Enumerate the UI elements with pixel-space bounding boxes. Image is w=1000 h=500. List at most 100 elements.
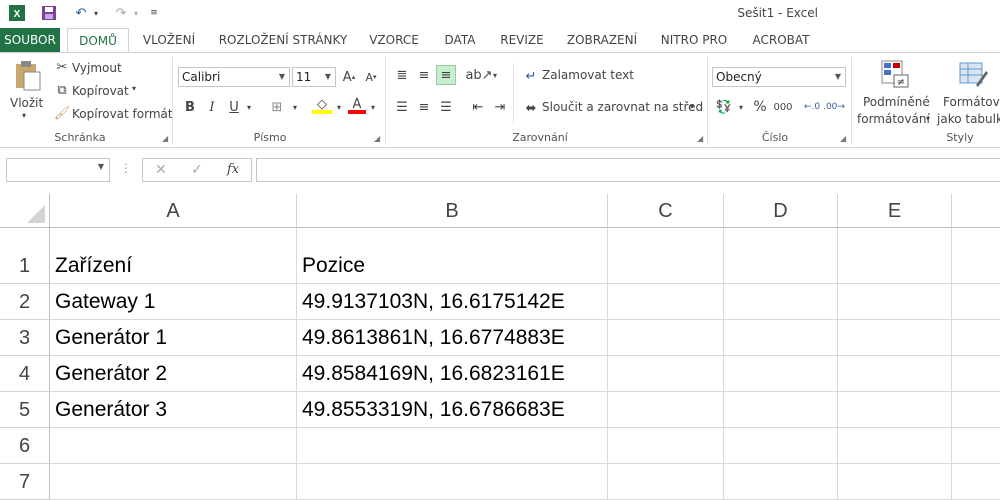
accounting-dropdown-icon[interactable]: ▾	[736, 97, 746, 117]
number-format-combo[interactable]: Obecný ▼	[712, 67, 846, 87]
cell[interactable]	[608, 464, 724, 500]
cell[interactable]	[838, 428, 952, 464]
cut-icon[interactable]: ✂	[54, 59, 70, 75]
align-center-icon[interactable]: ≡	[414, 97, 434, 117]
cell[interactable]	[50, 428, 297, 464]
cell[interactable]	[724, 356, 838, 392]
cell[interactable]	[838, 464, 952, 500]
cell[interactable]	[297, 464, 608, 500]
increase-decimal-icon[interactable]: ←.0	[802, 97, 822, 117]
merge-center-icon[interactable]: ⬌	[522, 99, 540, 117]
border-icon[interactable]: ⊞	[268, 97, 286, 117]
formula-input[interactable]	[256, 158, 1000, 182]
insert-function-icon[interactable]: fx	[227, 162, 239, 177]
align-top-icon[interactable]: ≣	[392, 65, 412, 85]
cell[interactable]	[608, 392, 724, 428]
cell[interactable]	[608, 284, 724, 320]
tab-nitro-pro[interactable]: NITRO PRO	[655, 28, 733, 52]
underline-button[interactable]: U	[226, 97, 242, 117]
copy-button[interactable]: Kopírovat	[72, 84, 129, 98]
format-painter-button[interactable]: Kopírovat formát	[72, 107, 173, 121]
cell[interactable]: Gateway 1	[50, 284, 297, 320]
clipboard-launcher-icon[interactable]: ◢	[162, 134, 168, 143]
font-size-combo[interactable]: 11 ▼	[292, 67, 336, 87]
italic-button[interactable]: I	[204, 97, 220, 117]
cell[interactable]	[608, 320, 724, 356]
cell[interactable]	[297, 428, 608, 464]
cell[interactable]	[838, 320, 952, 356]
row-header[interactable]: 7	[0, 464, 50, 500]
column-header[interactable]	[952, 194, 1000, 228]
cell[interactable]	[724, 320, 838, 356]
format-as-table-label-2[interactable]: jako tabulku	[937, 112, 1000, 126]
font-name-combo[interactable]: Calibri ▼	[178, 67, 290, 87]
cell[interactable]: Generátor 3	[50, 392, 297, 428]
row-header[interactable]: 1	[0, 228, 50, 284]
paste-dropdown-icon[interactable]: ▾	[22, 111, 26, 120]
align-left-icon[interactable]: ☰	[392, 97, 412, 117]
cell[interactable]	[608, 228, 724, 284]
cell[interactable]	[724, 284, 838, 320]
enter-icon[interactable]: ✓	[191, 162, 203, 178]
alignment-launcher-icon[interactable]: ◢	[697, 134, 703, 143]
column-header[interactable]: D	[724, 194, 838, 228]
copy-icon[interactable]: ⧉	[54, 82, 70, 98]
font-color-dropdown-icon[interactable]: ▾	[368, 97, 378, 117]
row-header[interactable]: 5	[0, 392, 50, 428]
accounting-format-icon[interactable]: 💱	[714, 97, 734, 117]
cell[interactable]	[838, 356, 952, 392]
cell[interactable]: 49.8613861N, 16.6774883E	[297, 320, 608, 356]
cell[interactable]	[724, 428, 838, 464]
copy-dropdown-icon[interactable]: ▾	[132, 84, 136, 93]
align-middle-icon[interactable]: ≡	[414, 65, 434, 85]
fill-color-dropdown-icon[interactable]: ▾	[334, 97, 344, 117]
cell[interactable]: Generátor 1	[50, 320, 297, 356]
format-as-table-label-1[interactable]: Formátova	[943, 95, 1000, 109]
fill-color-icon[interactable]: ◇	[312, 97, 332, 119]
format-painter-icon[interactable]: 🖌	[54, 105, 71, 121]
column-header[interactable]: A	[50, 194, 297, 228]
conditional-formatting-label-2[interactable]: formátování	[857, 112, 930, 126]
format-as-table-icon[interactable]	[958, 59, 988, 89]
cell[interactable]	[608, 428, 724, 464]
cell[interactable]	[608, 356, 724, 392]
border-dropdown-icon[interactable]: ▾	[290, 97, 300, 117]
tab-view[interactable]: ZOBRAZENÍ	[560, 28, 644, 52]
cell[interactable]	[952, 356, 1000, 392]
cell[interactable]	[724, 228, 838, 284]
cell[interactable]: 49.8584169N, 16.6823161E	[297, 356, 608, 392]
cell[interactable]	[724, 464, 838, 500]
cell[interactable]: Pozice	[297, 228, 608, 284]
select-all-button[interactable]	[0, 194, 50, 228]
cell[interactable]	[838, 392, 952, 428]
cell[interactable]: Generátor 2	[50, 356, 297, 392]
tab-data[interactable]: DATA	[435, 28, 485, 52]
cell[interactable]: 49.9137103N, 16.6175142E	[297, 284, 608, 320]
wrap-text-button[interactable]: Zalamovat text	[542, 68, 634, 82]
merge-dropdown-icon[interactable]: ▾	[690, 102, 694, 111]
cell[interactable]: 49.8553319N, 16.6786683E	[297, 392, 608, 428]
cell[interactable]	[724, 392, 838, 428]
orientation-dropdown-icon[interactable]: ▾	[490, 65, 500, 85]
tab-page-layout[interactable]: ROZLOŽENÍ STRÁNKY	[213, 28, 353, 52]
decrease-indent-icon[interactable]: ⇤	[468, 97, 488, 117]
number-launcher-icon[interactable]: ◢	[840, 134, 846, 143]
cut-button[interactable]: Vyjmout	[72, 61, 122, 75]
orientation-icon[interactable]: ab↗	[465, 65, 492, 85]
cell[interactable]: Zařízení	[50, 228, 297, 284]
tab-formulas[interactable]: VZORCE	[362, 28, 426, 52]
tab-file[interactable]: SOUBOR	[0, 28, 60, 52]
cell[interactable]	[952, 428, 1000, 464]
shrink-font-icon[interactable]: A ▾	[362, 67, 380, 87]
align-right-icon[interactable]: ☰	[436, 97, 456, 117]
name-box[interactable]: ▼	[6, 158, 110, 182]
cell[interactable]	[50, 464, 297, 500]
cell[interactable]	[838, 228, 952, 284]
tab-home[interactable]: DOMŮ	[67, 28, 129, 53]
row-header[interactable]: 4	[0, 356, 50, 392]
cell[interactable]	[952, 464, 1000, 500]
column-header[interactable]: B	[297, 194, 608, 228]
cell[interactable]	[952, 284, 1000, 320]
tab-review[interactable]: REVIZE	[494, 28, 550, 52]
conditional-formatting-icon[interactable]: ≠	[880, 59, 910, 89]
